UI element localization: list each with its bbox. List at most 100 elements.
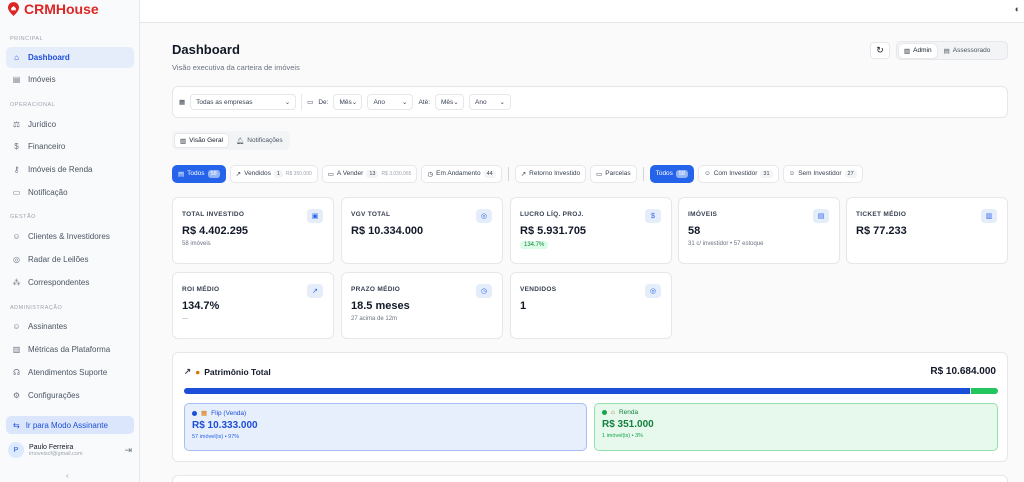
sidebar-item-radar[interactable]: ◎ Radar de Leilões: [6, 249, 134, 270]
top-bar: ◐: [140, 0, 1024, 23]
kpi-card-lucro: LUCRO LÍQ. PROJ. R$ 5.931.705 134.7% $: [510, 197, 672, 264]
patrimonio-header: ↗ ● Patrimônio Total: [184, 366, 271, 377]
card-value: R$ 5.931.705: [520, 225, 587, 237]
to-year-select[interactable]: Ano ⌄: [469, 94, 511, 110]
dot-icon: [602, 410, 607, 415]
patrimonio-title: Patrimônio Total: [204, 366, 271, 377]
key-icon: ⚷: [13, 165, 20, 174]
role-admin-button[interactable]: ▥ Admin: [899, 43, 937, 58]
refresh-button[interactable]: ↻: [870, 42, 890, 59]
chevron-down-icon: ⌄: [453, 99, 459, 106]
chevron-down-icon: ⌄: [284, 99, 291, 106]
company-select-value: Todas as empresas: [196, 98, 253, 106]
chevron-down-icon: ⌄: [401, 99, 408, 106]
sidebar-item-assinantes[interactable]: ☺ Assinantes: [6, 316, 134, 337]
card-value: R$ 10.334.000: [351, 225, 424, 237]
avatar[interactable]: P: [8, 442, 24, 458]
role-assessorado-button[interactable]: ▤ Assessorado: [939, 44, 996, 58]
card-title: TICKET MÉDIO: [856, 211, 907, 218]
sidebar-item-configuracoes[interactable]: ⚙ Configurações: [6, 385, 134, 406]
trend-up-icon: ↗: [520, 170, 527, 178]
app-logo[interactable]: CRMHouse: [8, 1, 99, 17]
kpi-card-total-investido: TOTAL INVESTIDO R$ 4.402.295 58 imóveis …: [172, 197, 334, 264]
swap-icon: ⇆: [13, 420, 20, 430]
sidebar-item-dashboard[interactable]: ⌂ Dashboard: [6, 47, 134, 68]
company-select[interactable]: Todas as empresas ⌄: [190, 94, 297, 110]
sidebar-item-clientes[interactable]: ☺ Clientes & Investidores: [6, 226, 134, 247]
scale-icon: ⚖: [12, 120, 21, 129]
logout-icon[interactable]: ⇥: [124, 445, 132, 456]
card-subtext: 31 c/ investidor • 57 estoque: [688, 241, 764, 247]
divider: [642, 166, 644, 181]
chip-com-investidor[interactable]: ☺ Com Investidor 31: [698, 164, 779, 183]
chip-todos-investidor[interactable]: Todos 58: [649, 164, 695, 183]
building-icon: ▤: [178, 170, 185, 178]
card-value: 1: [520, 300, 527, 312]
building-icon: ▤: [813, 209, 829, 223]
page-title: Dashboard: [172, 42, 240, 57]
patrimonio-renda-box[interactable]: ⌂ Renda R$ 351.000 1 imóvel(is) • 3%: [594, 403, 998, 451]
refresh-icon: ↻: [876, 45, 884, 55]
chip-amount: R$ 350.000: [285, 170, 312, 177]
patrimonio-total: R$ 10.684.000: [930, 366, 996, 377]
chart-icon: ▦: [201, 410, 208, 417]
user-profile: P Paulo Ferreira imoveiscf@gmail.com ⇥: [8, 440, 132, 460]
chip-retorno-investido[interactable]: ↗ Retorno Investido: [514, 164, 587, 183]
chip-count: 1: [273, 169, 283, 178]
to-month-select[interactable]: Mês ⌄: [435, 94, 464, 110]
chip-label: Parcelas: [605, 170, 631, 177]
sidebar-item-label: Configurações: [28, 391, 80, 400]
bar-segment-flip: [184, 388, 971, 394]
sidebar-item-notificacao[interactable]: ▭ Notificação: [6, 182, 134, 203]
chevron-left-icon[interactable]: ‹: [66, 471, 69, 480]
chip-label: Em Andamento: [436, 170, 481, 177]
theme-toggle-icon[interactable]: ◐: [1015, 4, 1020, 14]
sidebar-item-atendimentos[interactable]: ☊ Atendimentos Suporte: [6, 362, 134, 383]
sidebar-item-imoveis[interactable]: ▤ Imóveis: [6, 69, 134, 90]
sidebar: CRMHouse PRINCIPAL ⌂ Dashboard ▤ Imóveis…: [0, 0, 140, 482]
sidebar-item-correspondentes[interactable]: ⁂ Correspondentes: [6, 272, 134, 293]
select-value: Ano: [475, 98, 487, 106]
app-name: CRMHouse: [24, 1, 99, 17]
sidebar-item-label: Dashboard: [28, 53, 70, 62]
card-title: VGV TOTAL: [351, 211, 391, 218]
users-icon: ☺: [12, 322, 21, 331]
chip-parcelas[interactable]: ▭ Parcelas: [590, 164, 637, 183]
bar-chart-icon: ▥: [180, 137, 187, 145]
sidebar-item-label: Atendimentos Suporte: [28, 368, 108, 377]
card-value: 134.7%: [182, 300, 220, 312]
sidebar-item-label: Notificação: [28, 188, 68, 197]
patrimonio-flip-box[interactable]: ▦ Flip (Venda) R$ 10.333.000 57 imóvel(i…: [184, 403, 587, 451]
user-email: imoveiscf@gmail.com: [29, 450, 83, 457]
chip-label: Com Investidor: [713, 170, 758, 177]
chip-todos-status[interactable]: ▤ Todos 58: [172, 164, 226, 183]
sidebar-item-metricas[interactable]: ▥ Métricas da Plataforma: [6, 339, 134, 360]
money-bag-icon: ●: [195, 366, 201, 377]
main-content: Dashboard Visão executiva da carteira de…: [140, 23, 1024, 482]
sidebar-item-imoveis-renda[interactable]: ⚷ Imóveis de Renda: [6, 159, 134, 180]
users-icon: ☺: [12, 232, 21, 241]
sidebar-item-juridico[interactable]: ⚖ Jurídico: [6, 114, 134, 135]
sidebar-item-financeiro[interactable]: $ Financeiro: [6, 136, 134, 157]
switch-mode-button[interactable]: ⇆ Ir para Modo Assinante: [6, 416, 134, 434]
view-tabs: ▥ Visão Geral 🔔︎ Notificações: [172, 131, 290, 150]
switch-mode-label: Ir para Modo Assinante: [25, 420, 108, 430]
calendar-icon: ▭: [327, 170, 334, 178]
tab-visao-geral[interactable]: ▥ Visão Geral: [174, 133, 229, 148]
from-year-select[interactable]: Ano ⌄: [367, 94, 414, 110]
wallet-icon: ▣: [307, 209, 323, 223]
user-icon: ☺: [788, 170, 796, 177]
house-icon: ⌂: [611, 409, 615, 416]
card-title: LUCRO LÍQ. PROJ.: [520, 211, 584, 218]
tab-notificacoes[interactable]: 🔔︎ Notificações: [231, 133, 288, 148]
chip-vendidos[interactable]: ↗ Vendidos 1 R$ 350.000: [229, 164, 318, 183]
from-month-select[interactable]: Mês ⌄: [333, 94, 363, 110]
flip-value: R$ 10.333.000: [192, 420, 258, 431]
chip-em-andamento[interactable]: ◷ Em Andamento 44: [421, 164, 502, 183]
calendar-icon: ▭: [307, 99, 314, 106]
chip-a-vender[interactable]: ▭ A Vender 13 R$ 3.030.065: [321, 164, 418, 183]
dollar-icon: $: [645, 209, 661, 223]
chip-sem-investidor[interactable]: ☺ Sem Investidor 27: [782, 164, 863, 183]
company-icon: ▦: [179, 99, 186, 106]
bar-segment-renda: [971, 388, 998, 394]
